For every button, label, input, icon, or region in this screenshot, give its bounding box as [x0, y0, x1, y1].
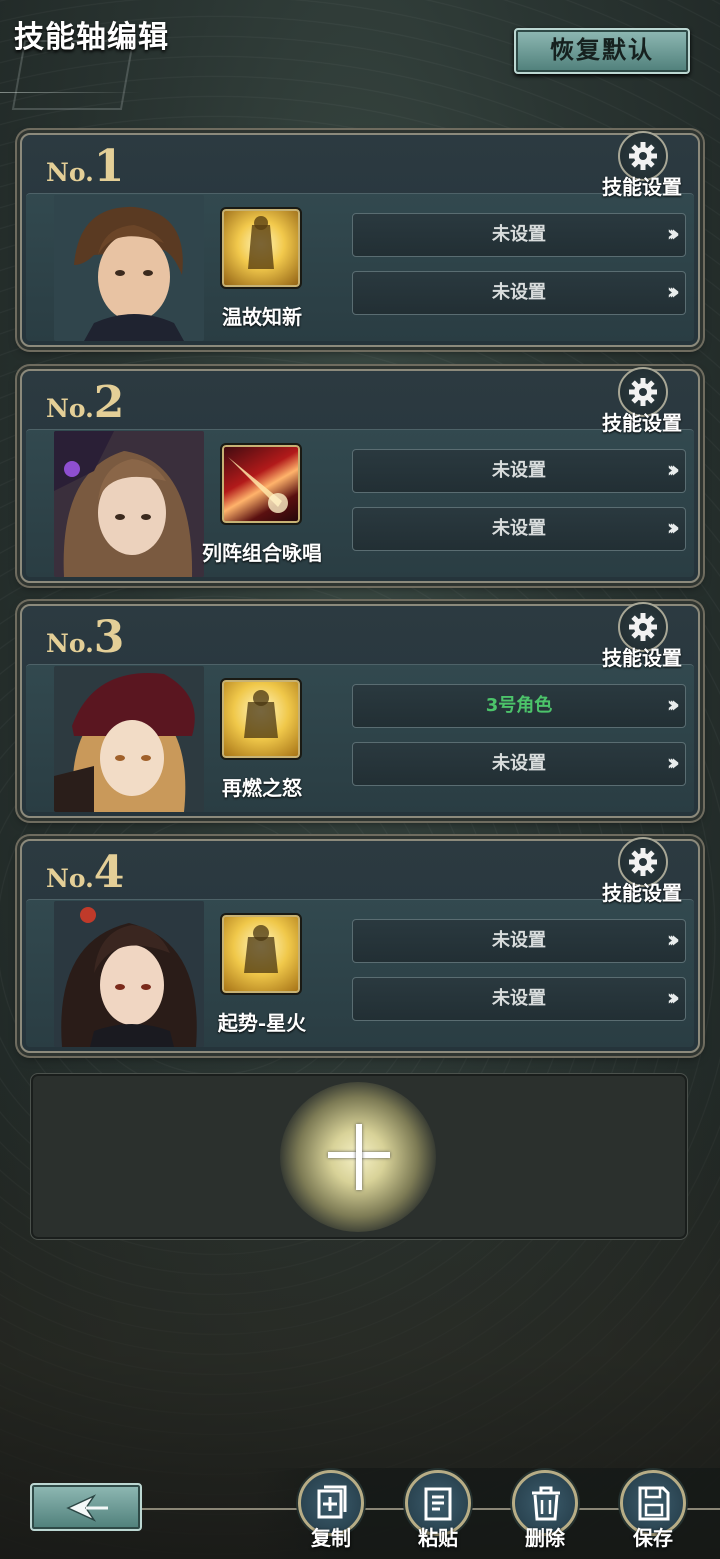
slot-1-button[interactable]: 未设置 ›››	[352, 213, 686, 257]
slot-2-button[interactable]: 未设置 ›››	[352, 742, 686, 786]
save-label[interactable]: 保存	[613, 1522, 693, 1551]
trash-icon	[532, 1486, 560, 1521]
slot-2-text: 未设置	[492, 988, 546, 1009]
skill-icon-gold-knight[interactable]	[220, 678, 302, 760]
skill-icon-red-beam[interactable]	[220, 443, 302, 525]
slot-1-text: 未设置	[492, 930, 546, 951]
slot-1-text: 未设置	[492, 460, 546, 481]
slot-1-text: 3号角色	[485, 695, 553, 716]
paste-icon	[424, 1487, 452, 1521]
chevron-right-icon: ›››	[666, 280, 680, 305]
chevron-right-icon: ›››	[666, 458, 680, 483]
chevron-right-icon: ›››	[666, 928, 680, 953]
header-divider	[0, 92, 140, 93]
slot-1-text: 未设置	[492, 224, 546, 245]
skill-settings-label[interactable]: 技能设置	[602, 171, 682, 200]
plus-icon[interactable]	[328, 1124, 390, 1190]
chevron-right-icon: ›››	[666, 222, 680, 247]
slot-1-button[interactable]: 3号角色 ›››	[352, 684, 686, 728]
chevron-right-icon: ›››	[666, 986, 680, 1011]
skill-card-4: No.4 技能设置 起势-星火 未设置 ››› 未设置 ›››	[20, 837, 700, 1053]
paste-label[interactable]: 粘贴	[398, 1522, 478, 1551]
reset-default-button[interactable]: 恢复默认	[514, 28, 690, 74]
skill-icon-gold-warrior[interactable]	[220, 207, 302, 289]
back-button[interactable]	[30, 1483, 142, 1531]
card-number: No.3	[46, 612, 125, 663]
skill-settings-label[interactable]: 技能设置	[602, 642, 682, 671]
skill-settings-label[interactable]: 技能设置	[602, 407, 682, 436]
character-portrait[interactable]	[54, 431, 204, 577]
skill-name: 列阵组合咏唱	[202, 541, 322, 565]
skill-card-2: No.2 技能设置 列阵组合咏唱 未设置 ››› 未设置 ›››	[20, 367, 700, 583]
slot-2-button[interactable]: 未设置 ›››	[352, 977, 686, 1021]
skill-settings-label[interactable]: 技能设置	[602, 877, 682, 906]
skill-icon-gold-knight[interactable]	[220, 913, 302, 995]
chevron-right-icon: ›››	[666, 693, 680, 718]
slot-2-button[interactable]: 未设置 ›››	[352, 507, 686, 551]
slot-2-text: 未设置	[492, 518, 546, 539]
save-icon	[638, 1486, 670, 1521]
skill-name: 起势-星火	[217, 1011, 307, 1035]
delete-label[interactable]: 删除	[505, 1522, 585, 1551]
character-portrait[interactable]	[54, 666, 204, 812]
character-portrait[interactable]	[54, 195, 204, 341]
slot-1-button[interactable]: 未设置 ›››	[352, 449, 686, 493]
skill-name: 温故知新	[222, 305, 302, 329]
copy-label[interactable]: 复制	[291, 1522, 371, 1551]
card-number: No.1	[46, 141, 125, 192]
copy-icon	[317, 1485, 347, 1519]
page-title: 技能轴编辑	[14, 20, 169, 55]
character-portrait[interactable]	[54, 901, 204, 1047]
back-arrow-icon	[66, 1494, 108, 1522]
skill-card-1: No.1 技能设置 温故知新 未设置 ››› 未设置 ›››	[20, 131, 700, 347]
card-number: No.2	[46, 377, 125, 428]
skill-card-3: No.3 技能设置 再燃之怒 3号角色 ››› 未设置 ›››	[20, 602, 700, 818]
chevron-right-icon: ›››	[666, 516, 680, 541]
slot-1-button[interactable]: 未设置 ›››	[352, 919, 686, 963]
slot-2-button[interactable]: 未设置 ›››	[352, 271, 686, 315]
slot-2-text: 未设置	[492, 753, 546, 774]
skill-name: 再燃之怒	[222, 776, 302, 800]
slot-2-text: 未设置	[492, 282, 546, 303]
chevron-right-icon: ›››	[666, 751, 680, 776]
card-number: No.4	[46, 847, 125, 898]
